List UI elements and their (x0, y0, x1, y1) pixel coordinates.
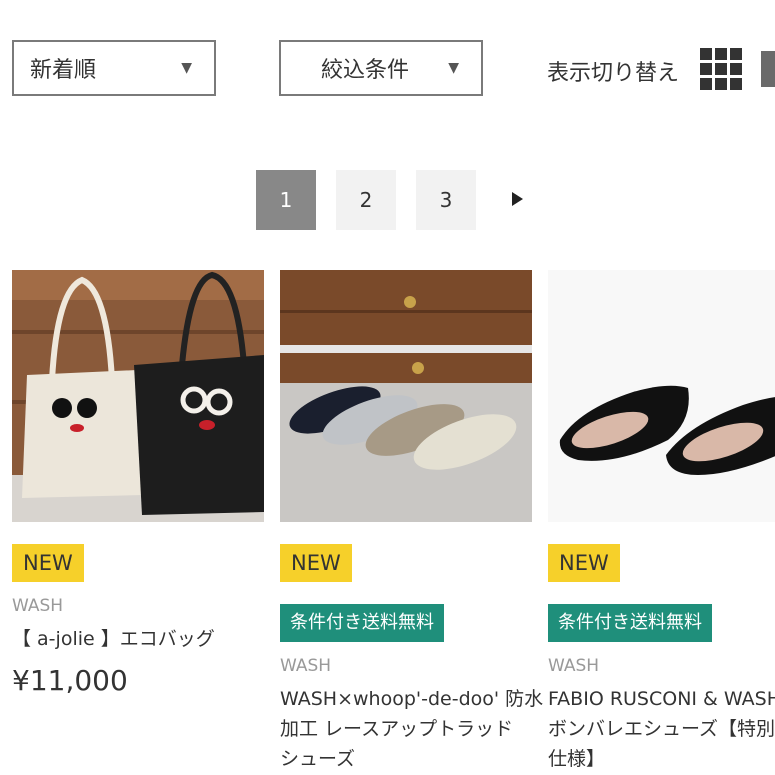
free-shipping-badge: 条件付き送料無料 (548, 604, 712, 642)
product-price: ¥11,000 (12, 664, 128, 697)
sort-select-value: 新着順 (30, 58, 97, 83)
product-name-line: WASH×whoop'-de-doo' 防水 (280, 688, 544, 710)
new-badge: NEW (12, 544, 84, 582)
product-image[interactable] (280, 270, 532, 522)
page-2-button[interactable]: 2 (336, 170, 396, 230)
new-badge: NEW (548, 544, 620, 582)
next-page-icon[interactable] (512, 192, 523, 206)
list-view-icon[interactable] (761, 51, 775, 87)
product-image[interactable] (548, 270, 775, 522)
view-toggle-label: 表示切り替え (547, 61, 680, 86)
product-name-line: ボンバレエシューズ【特別 (548, 718, 775, 740)
grid-view-icon[interactable] (700, 48, 742, 90)
product-name-line: 加工 レースアップトラッド (280, 718, 514, 740)
filter-select[interactable]: 絞込条件 ▼ (279, 40, 483, 96)
product-name-line: FABIO RUSCONI & WASH (548, 688, 775, 710)
product-name-line: 仕様】 (548, 748, 606, 770)
page-1-button[interactable]: 1 (256, 170, 316, 230)
product-name[interactable]: WASH×whoop'-de-doo' 防水 加工 レースアップトラッド シュー… (280, 684, 544, 774)
product-name[interactable]: 【 a-jolie 】エコバッグ (12, 624, 264, 654)
product-brand: WASH (12, 596, 64, 616)
filter-select-label: 絞込条件 (321, 58, 410, 83)
page-3-button[interactable]: 3 (416, 170, 476, 230)
chevron-down-icon: ▼ (448, 60, 459, 76)
product-name-line: シューズ (280, 748, 356, 770)
product-card[interactable]: NEW 条件付き送料無料 WASH FABIO RUSCONI & WASH ボ… (548, 270, 775, 774)
product-image[interactable] (12, 270, 264, 522)
product-brand: WASH (548, 656, 600, 676)
product-brand: WASH (280, 656, 332, 676)
new-badge: NEW (280, 544, 352, 582)
free-shipping-badge: 条件付き送料無料 (280, 604, 444, 642)
product-name[interactable]: FABIO RUSCONI & WASH ボンバレエシューズ【特別 仕様】 (548, 684, 775, 774)
product-card[interactable]: NEW WASH 【 a-jolie 】エコバッグ ¥11,000 (12, 270, 264, 697)
chevron-down-icon: ▼ (181, 60, 192, 76)
sort-select[interactable]: 新着順 ▼ (12, 40, 216, 96)
product-card[interactable]: NEW 条件付き送料無料 WASH WASH×whoop'-de-doo' 防水… (280, 270, 544, 774)
